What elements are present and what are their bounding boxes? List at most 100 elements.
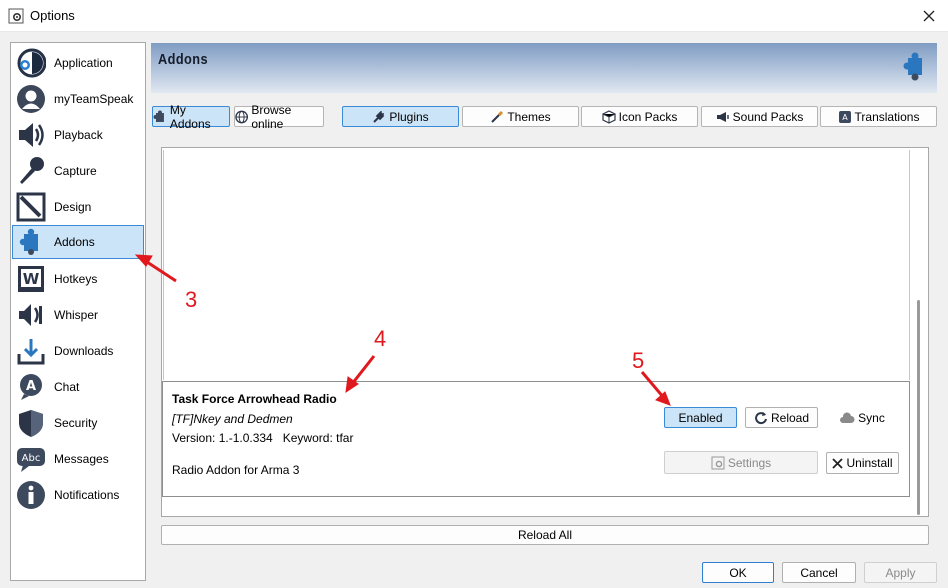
megaphone-icon [716, 111, 729, 122]
messages-icon: Abc [14, 442, 48, 476]
sidebar-item-playback[interactable]: Playback [13, 118, 143, 152]
annotation-number: 5 [632, 348, 645, 373]
annotation-number: 3 [185, 287, 198, 312]
cancel-button[interactable]: Cancel [782, 562, 856, 583]
translate-icon: A [838, 110, 851, 123]
button-label: Settings [727, 455, 772, 470]
sidebar-item-hotkeys[interactable]: W Hotkeys [13, 262, 143, 296]
microphone-icon [14, 154, 48, 188]
page-title: Addons [158, 51, 209, 68]
sidebar-item-label: Capture [54, 164, 97, 178]
sidebar-item-application[interactable]: Application [13, 46, 143, 80]
button-label: OK [729, 565, 747, 580]
apply-button[interactable]: Apply [864, 562, 937, 583]
enabled-toggle-button[interactable]: Enabled [664, 407, 737, 428]
cloud-icon [840, 411, 855, 423]
addon-version: Version: 1.-1.0.334 [172, 431, 273, 445]
tab-label: Translations [854, 109, 920, 124]
tab-themes[interactable]: Themes [462, 106, 579, 127]
globe-icon [235, 110, 249, 123]
button-label: Sync [858, 410, 885, 425]
sidebar-item-label: Security [54, 416, 98, 430]
button-label: Uninstall [846, 456, 893, 470]
button-label: Enabled [678, 410, 723, 425]
options-window-icon [8, 8, 24, 24]
puzzle-icon [14, 225, 48, 259]
tab-label: Themes [507, 109, 551, 124]
settings-icon [711, 456, 725, 469]
sidebar-item-design[interactable]: Design [13, 190, 143, 224]
addon-version-line: Version: 1.-1.0.334 Keyword: tfar [172, 431, 353, 445]
speaker-icon [14, 118, 48, 152]
addon-name: Task Force Arrowhead Radio [172, 392, 337, 406]
close-icon [832, 457, 844, 469]
sidebar-item-myteamspeak[interactable]: myTeamSpeak [13, 82, 143, 116]
tab-plugins[interactable]: Plugins [342, 106, 459, 127]
sidebar-item-label: Messages [54, 452, 109, 466]
sidebar-item-notifications[interactable]: Notifications [13, 478, 143, 512]
ok-button[interactable]: OK [702, 562, 774, 583]
sidebar: Application myTeamSpeak Playback Capture… [10, 42, 146, 581]
sidebar-item-whisper[interactable]: Whisper [13, 298, 143, 332]
tab-translations[interactable]: A Translations [820, 106, 937, 127]
close-icon [923, 10, 935, 22]
addon-description: Radio Addon for Arma 3 [172, 463, 300, 477]
reload-button[interactable]: Reload [745, 407, 818, 428]
design-icon [14, 190, 48, 224]
sidebar-item-capture[interactable]: Capture [13, 154, 143, 188]
puzzle-icon [903, 52, 922, 81]
uninstall-button[interactable]: Uninstall [826, 452, 899, 474]
plug-icon [373, 110, 385, 123]
sidebar-item-label: Downloads [54, 344, 114, 358]
sidebar-item-security[interactable]: Security [13, 406, 143, 440]
window-title: Options [30, 8, 75, 23]
svg-text:A: A [842, 113, 848, 122]
annotation-number: 4 [374, 326, 387, 351]
chat-icon: A [14, 370, 48, 404]
tab-sound-packs[interactable]: Sound Packs [701, 106, 818, 127]
sidebar-item-chat[interactable]: A Chat [13, 370, 143, 404]
whisper-icon [14, 298, 48, 332]
tab-my-addons[interactable]: My Addons [152, 103, 230, 131]
user-icon [14, 82, 48, 116]
tab-icon-packs[interactable]: Icon Packs [581, 106, 698, 127]
sidebar-item-addons[interactable]: Addons [12, 225, 144, 259]
sidebar-item-label: Notifications [54, 488, 120, 502]
sync-button[interactable]: Sync [838, 407, 886, 428]
addon-list-empty-area [163, 150, 910, 380]
reload-all-button[interactable]: Reload All [161, 525, 929, 545]
tab-browse-online[interactable]: Browse online [234, 103, 324, 131]
sidebar-item-label: Design [54, 200, 92, 214]
brush-icon [491, 110, 504, 123]
button-label: Apply [885, 565, 916, 580]
addon-authors: [TF]Nkey and Dedmen [172, 412, 293, 426]
tab-label: My Addons [169, 102, 211, 131]
sidebar-item-downloads[interactable]: Downloads [13, 334, 143, 368]
sidebar-item-label: myTeamSpeak [54, 92, 134, 106]
tab-label: Browse online [251, 102, 292, 131]
close-button[interactable] [916, 4, 942, 28]
scrollbar-thumb[interactable] [917, 300, 920, 515]
sidebar-item-label: Playback [54, 128, 103, 142]
tab-label: Icon Packs [618, 109, 678, 124]
puzzle-icon [153, 110, 164, 122]
download-icon [14, 334, 48, 368]
sidebar-item-label: Hotkeys [54, 272, 98, 286]
header-banner [151, 43, 937, 93]
reload-icon [755, 411, 767, 424]
svg-text:A: A [26, 379, 36, 394]
sidebar-item-label: Addons [54, 235, 95, 249]
button-label: Reload All [517, 528, 573, 542]
tab-label: Sound Packs [732, 109, 804, 124]
settings-button[interactable]: Settings [664, 451, 818, 474]
keyboard-icon: W [14, 262, 48, 296]
sidebar-item-label: Whisper [54, 308, 99, 322]
button-label: Reload [770, 410, 810, 425]
sidebar-item-messages[interactable]: Abc Messages [13, 442, 143, 476]
addon-keyword: Keyword: tfar [282, 431, 354, 445]
title-bar [0, 0, 948, 32]
sidebar-item-label: Application [54, 56, 113, 70]
info-icon [14, 478, 48, 512]
svg-text:Abc: Abc [22, 453, 41, 464]
svg-text:W: W [23, 270, 40, 288]
